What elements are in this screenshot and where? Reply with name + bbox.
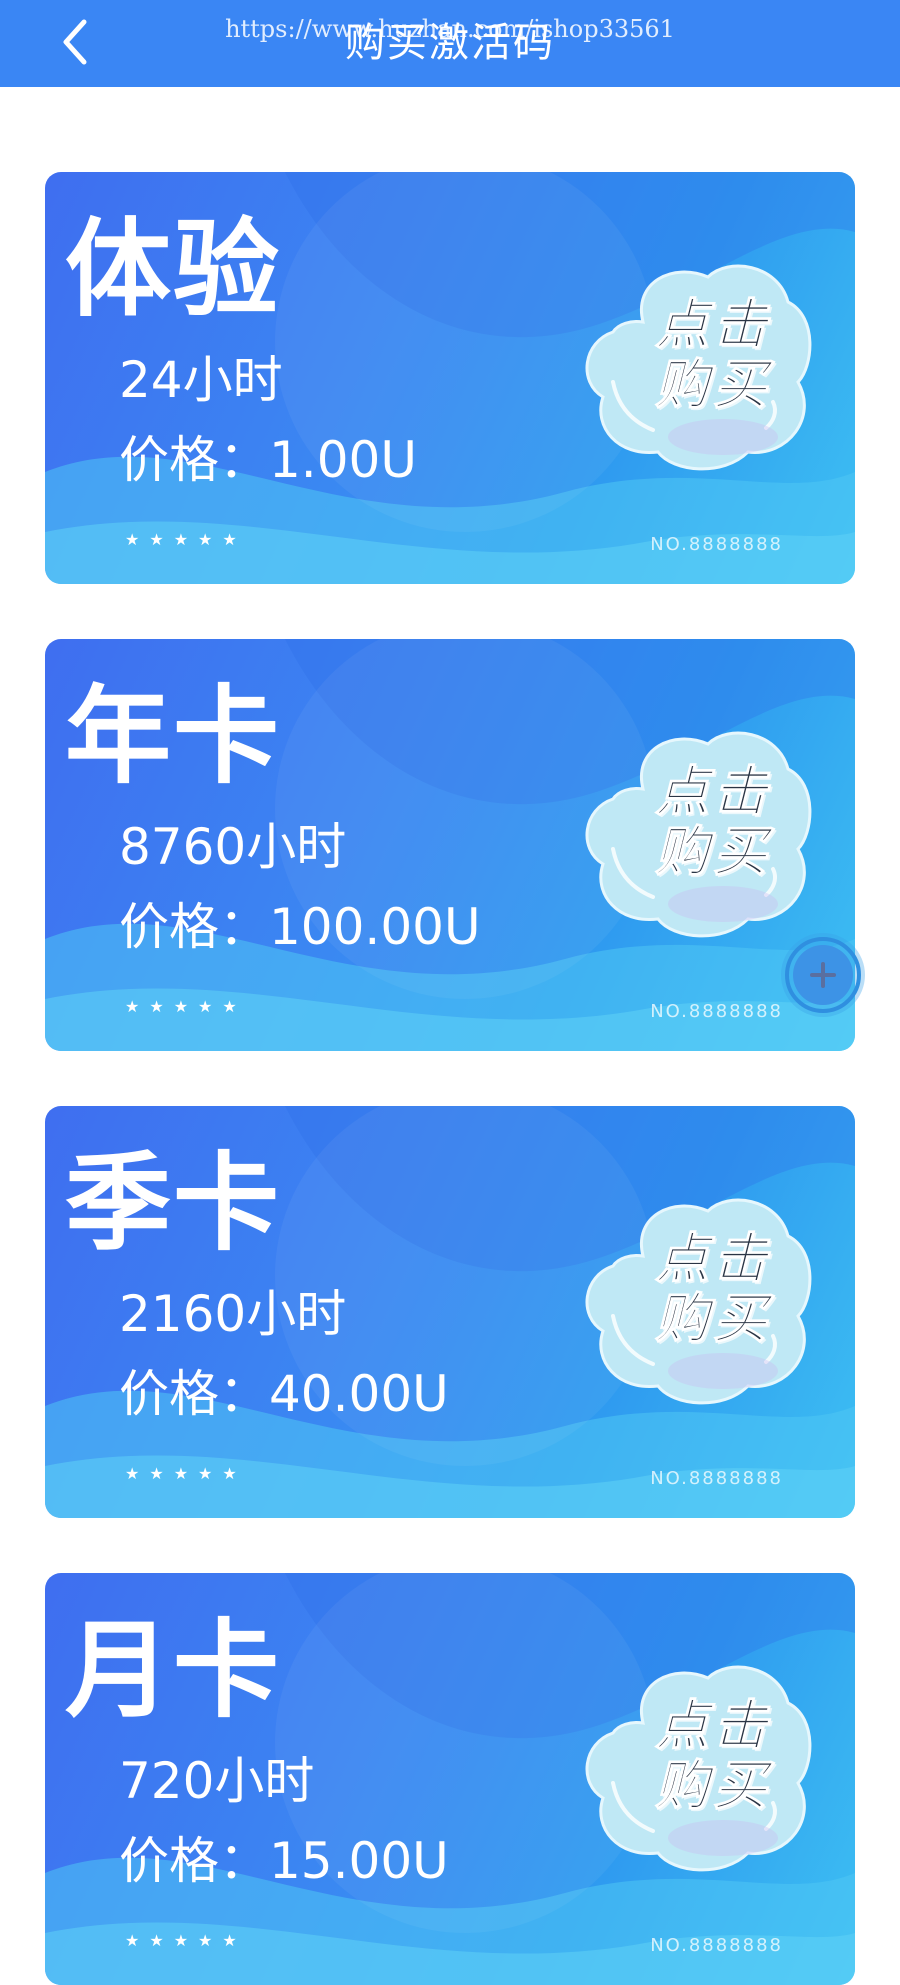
plan-hours: 2160小时 xyxy=(119,1285,347,1343)
buy-label-line1: 点击 xyxy=(655,293,771,356)
buy-button[interactable]: 点击 购买 xyxy=(573,719,813,949)
buy-button[interactable]: 点击 购买 xyxy=(573,1186,813,1416)
buy-label-line2: 购买 xyxy=(655,1754,771,1817)
buy-label-line1: 点击 xyxy=(655,1227,771,1290)
plan-card-quarterly[interactable]: 季卡 2160小时 价格：40.00U ★★★★★ NO.8888888 点击 … xyxy=(45,1106,855,1518)
plan-name: 年卡 xyxy=(65,675,281,798)
buy-label-line2: 购买 xyxy=(655,820,771,883)
plus-icon xyxy=(781,933,865,1017)
card-number: NO.8888888 xyxy=(650,534,783,555)
plan-hours: 720小时 xyxy=(119,1752,315,1810)
plan-name: 体验 xyxy=(65,208,281,331)
star-rating: ★★★★★ xyxy=(125,997,247,1016)
floating-add-button[interactable] xyxy=(778,930,868,1020)
plan-price: 价格：40.00U xyxy=(119,1365,449,1423)
plan-card-monthly[interactable]: 月卡 720小时 价格：15.00U ★★★★★ NO.8888888 点击 购… xyxy=(45,1573,855,1985)
plan-price: 价格：1.00U xyxy=(119,431,417,489)
star-rating: ★★★★★ xyxy=(125,530,247,549)
buy-button[interactable]: 点击 购买 xyxy=(573,252,813,482)
plan-hours: 8760小时 xyxy=(119,818,347,876)
card-number: NO.8888888 xyxy=(650,1468,783,1489)
star-rating: ★★★★★ xyxy=(125,1464,247,1483)
plan-card-trial[interactable]: 体验 24小时 价格：1.00U ★★★★★ NO.8888888 点击 购买 xyxy=(45,172,855,584)
buy-label-line1: 点击 xyxy=(655,760,771,823)
plan-price: 价格：15.00U xyxy=(119,1832,449,1890)
page-title: 购买激活码 xyxy=(345,20,555,66)
buy-label-line2: 购买 xyxy=(655,1287,771,1350)
star-rating: ★★★★★ xyxy=(125,1931,247,1950)
plan-name: 季卡 xyxy=(65,1142,281,1265)
card-number: NO.8888888 xyxy=(650,1001,783,1022)
top-app-bar: 购买激活码 https://www.huzhan.com/ishop33561 xyxy=(0,0,900,87)
plan-name: 月卡 xyxy=(65,1609,281,1732)
plan-card-yearly[interactable]: 年卡 8760小时 价格：100.00U ★★★★★ NO.8888888 点击… xyxy=(45,639,855,1051)
plan-hours: 24小时 xyxy=(119,351,283,409)
card-number: NO.8888888 xyxy=(650,1935,783,1956)
buy-button[interactable]: 点击 购买 xyxy=(573,1653,813,1883)
buy-label-line1: 点击 xyxy=(655,1694,771,1757)
plan-price: 价格：100.00U xyxy=(119,898,481,956)
buy-label-line2: 购买 xyxy=(655,353,771,416)
